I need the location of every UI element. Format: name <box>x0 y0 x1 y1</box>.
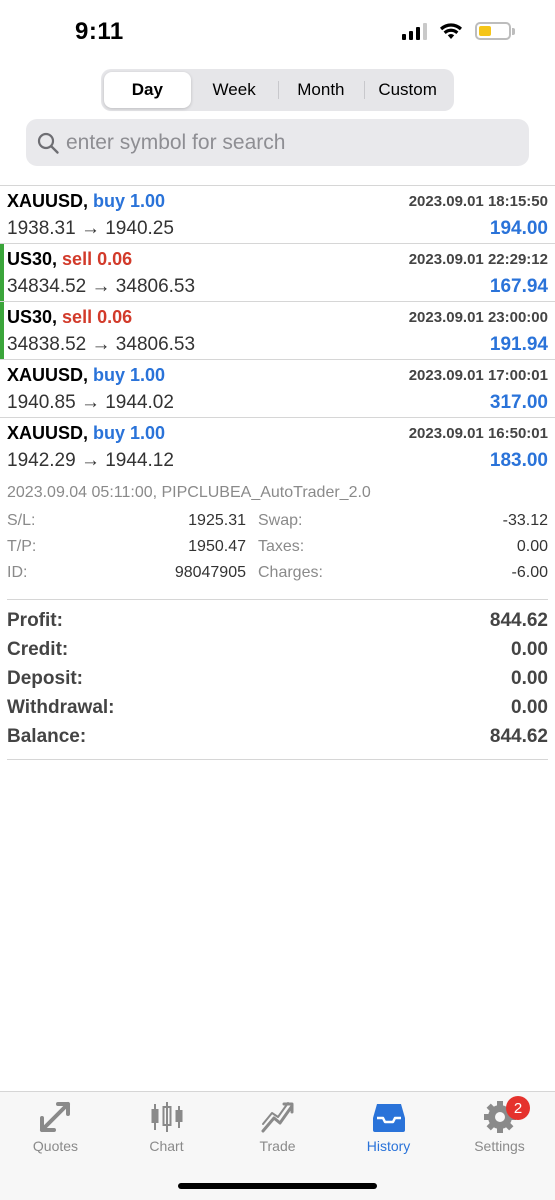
trade-time: 2023.09.01 17:00:01 <box>408 367 548 384</box>
tab-label: Settings <box>474 1138 525 1154</box>
summary-row-credit: Credit: 0.00 <box>7 637 548 666</box>
summary-value: 0.00 <box>511 668 548 689</box>
search-icon <box>37 132 59 154</box>
cellular-signal-icon <box>402 22 427 40</box>
trade-side: sell 0.06 <box>62 249 133 269</box>
charges-label: Charges: <box>258 564 323 581</box>
trade-prices: 1938.31 → 1940.25 <box>7 218 174 239</box>
quotes-icon <box>39 1102 70 1132</box>
trade-side: buy 1.00 <box>93 365 166 385</box>
chart-icon <box>151 1102 182 1132</box>
period-segmented-control: Day Week Month Custom <box>101 69 454 111</box>
summary-row-balance: Balance: 844.62 <box>7 724 548 753</box>
summary-row-deposit: Deposit: 0.00 <box>7 666 548 695</box>
battery-icon <box>475 22 515 40</box>
trade-symbol: XAUUSD, <box>7 365 89 385</box>
summary-value: 844.62 <box>489 610 548 631</box>
trade-prices: 34834.52 → 34806.53 <box>7 276 196 297</box>
summary-label: Credit: <box>7 639 69 660</box>
trade-profit: 167.94 <box>489 276 548 297</box>
tab-month[interactable]: Month <box>277 72 365 108</box>
trade-profit: 183.00 <box>489 450 548 471</box>
trade-profit: 191.94 <box>489 334 548 355</box>
trade-time: 2023.09.01 16:50:01 <box>408 425 548 442</box>
swap-label: Swap: <box>258 512 303 529</box>
summary-row-profit: Profit: 844.62 <box>7 608 548 637</box>
taxes-value: 0.00 <box>516 538 548 555</box>
taxes-label: Taxes: <box>258 538 305 555</box>
id-label: ID: <box>7 564 28 581</box>
summary-value: 844.62 <box>489 726 548 747</box>
wifi-icon <box>440 23 462 39</box>
tab-label: Quotes <box>32 1138 79 1154</box>
search-bar <box>26 119 529 166</box>
tab-label: Chart <box>149 1138 184 1154</box>
tp-value: 1950.47 <box>188 538 246 555</box>
status-bar: 9:11 <box>0 0 555 64</box>
trade-prices: 1940.85 → 1944.02 <box>7 392 174 413</box>
trade-prices: 34838.52 → 34806.53 <box>7 334 196 355</box>
trade-symbol: US30, <box>7 249 58 269</box>
tab-day[interactable]: Day <box>104 72 191 108</box>
summary-value: 0.00 <box>511 639 548 660</box>
trade-row[interactable]: XAUUSD, buy 1.00 2023.09.01 17:00:01 194… <box>0 360 555 418</box>
swap-value: -33.12 <box>502 512 548 529</box>
tab-label: History <box>366 1138 411 1154</box>
trade-history-list: XAUUSD, buy 1.00 2023.09.01 18:15:50 193… <box>0 185 555 476</box>
tab-custom[interactable]: Custom <box>364 72 451 108</box>
trade-details-grid: S/L: 1925.31 Swap: -33.12 T/P: 1950.47 T… <box>0 512 555 590</box>
bottom-tab-bar: Quotes Chart Trade History 2 Settings <box>0 1091 555 1200</box>
history-inbox-icon <box>372 1104 405 1132</box>
trade-row[interactable]: US30, sell 0.06 2023.09.01 22:29:12 3483… <box>0 244 555 302</box>
tab-trade[interactable]: Trade <box>222 1100 333 1154</box>
tab-quotes[interactable]: Quotes <box>0 1100 111 1154</box>
tab-settings[interactable]: 2 Settings <box>444 1096 555 1154</box>
status-icons <box>402 22 515 40</box>
trade-side: buy 1.00 <box>93 191 166 211</box>
tab-label: Trade <box>259 1138 296 1154</box>
summary-label: Profit: <box>7 610 63 631</box>
details-row: ID: 98047905 Charges: -6.00 <box>0 564 555 590</box>
home-indicator <box>178 1183 377 1189</box>
summary-value: 0.00 <box>511 697 548 718</box>
trade-side: sell 0.06 <box>62 307 133 327</box>
summary-row-withdrawal: Withdrawal: 0.00 <box>7 695 548 724</box>
tp-label: T/P: <box>7 538 37 555</box>
settings-badge: 2 <box>506 1096 530 1120</box>
id-value: 98047905 <box>174 564 246 581</box>
trade-time: 2023.09.01 23:00:00 <box>408 309 548 326</box>
details-row: T/P: 1950.47 Taxes: 0.00 <box>0 538 555 564</box>
search-input[interactable] <box>66 130 506 155</box>
trade-profit: 194.00 <box>489 218 548 239</box>
details-row: S/L: 1925.31 Swap: -33.12 <box>0 512 555 538</box>
trade-time: 2023.09.01 22:29:12 <box>408 251 548 268</box>
trade-symbol: XAUUSD, <box>7 423 89 443</box>
summary-label: Withdrawal: <box>7 697 115 718</box>
summary-label: Balance: <box>7 726 87 747</box>
tab-chart[interactable]: Chart <box>111 1100 222 1154</box>
trade-time: 2023.09.01 18:15:50 <box>408 193 548 210</box>
trade-profit: 317.00 <box>489 392 548 413</box>
tab-week[interactable]: Week <box>191 72 278 108</box>
trade-symbol: XAUUSD, <box>7 191 89 211</box>
charges-value: -6.00 <box>511 564 548 581</box>
trade-row[interactable]: US30, sell 0.06 2023.09.01 23:00:00 3483… <box>0 302 555 360</box>
trade-row-expanded[interactable]: XAUUSD, buy 1.00 2023.09.01 16:50:01 194… <box>0 418 555 476</box>
trade-prices: 1942.29 → 1944.12 <box>7 450 174 471</box>
status-time: 9:11 <box>75 18 124 45</box>
tab-history[interactable]: History <box>333 1100 444 1154</box>
trade-side: buy 1.00 <box>93 423 166 443</box>
sl-label: S/L: <box>7 512 36 529</box>
trade-symbol: US30, <box>7 307 58 327</box>
trade-icon <box>261 1102 293 1133</box>
summary-label: Deposit: <box>7 668 83 689</box>
account-summary: Profit: 844.62 Credit: 0.00 Deposit: 0.0… <box>7 599 548 760</box>
sl-value: 1925.31 <box>188 512 246 529</box>
trade-row[interactable]: XAUUSD, buy 1.00 2023.09.01 18:15:50 193… <box>0 186 555 244</box>
trade-details-title: 2023.09.04 05:11:00, PIPCLUBEA_AutoTrade… <box>7 484 371 501</box>
